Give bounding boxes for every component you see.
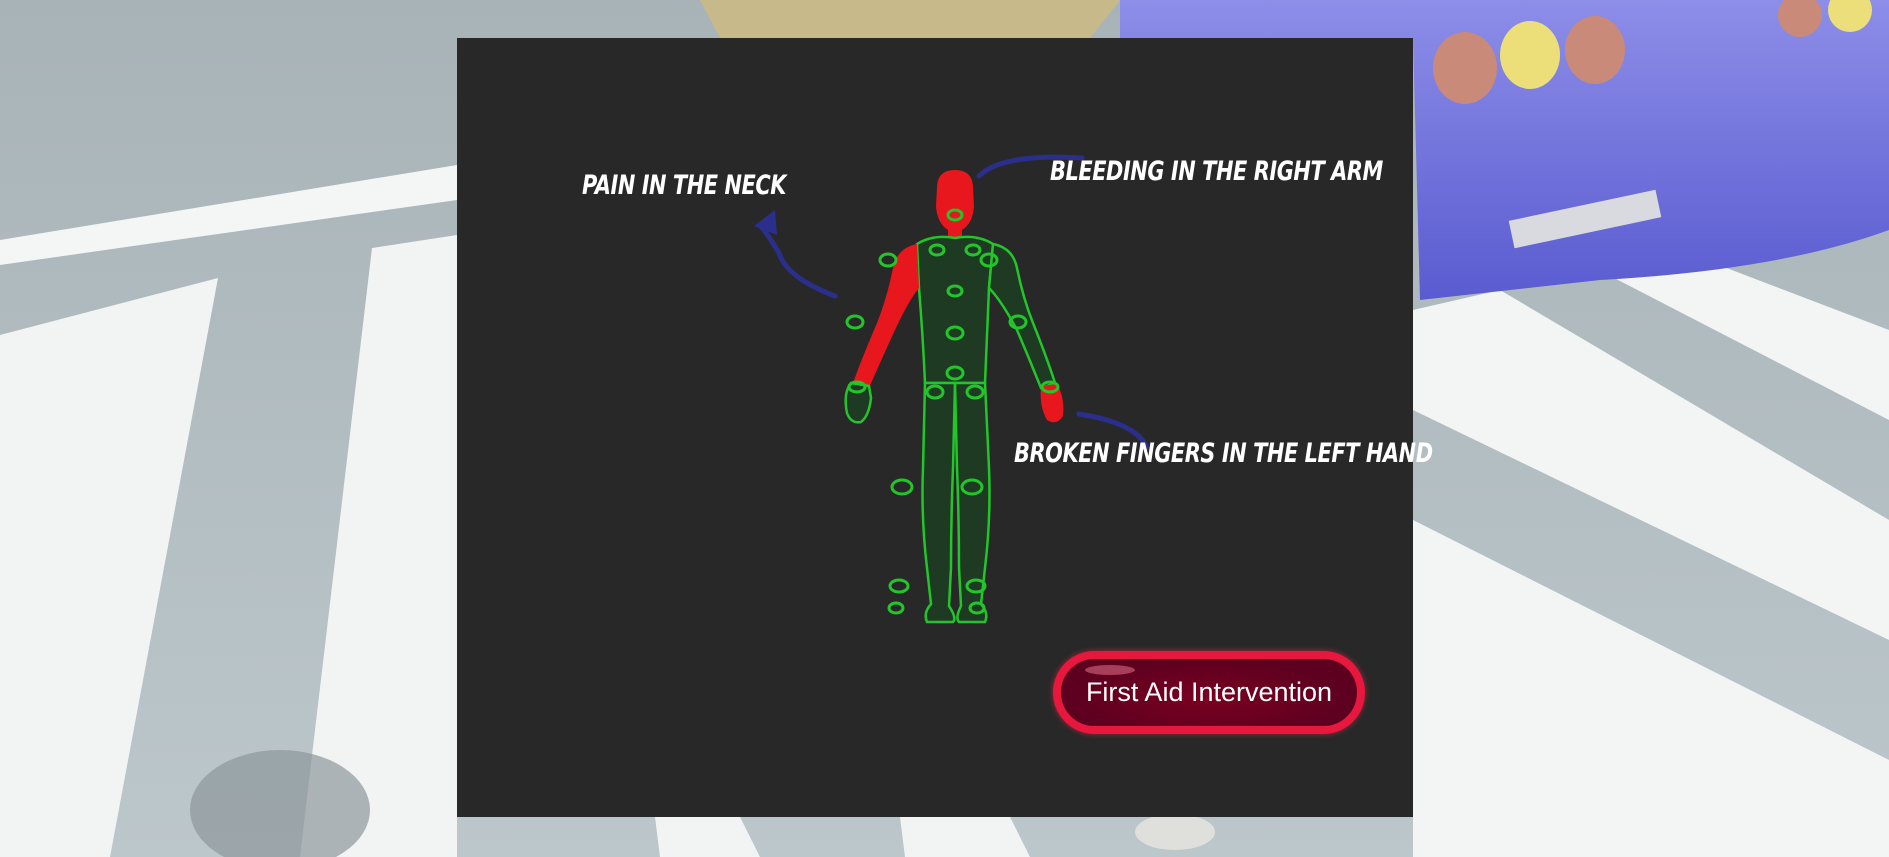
vehicle-light bbox=[1500, 21, 1560, 89]
human-figure bbox=[844, 170, 1064, 624]
arrow-neck bbox=[759, 225, 838, 299]
vehicle-light bbox=[1565, 16, 1625, 84]
crosswalk-stripe bbox=[900, 817, 1030, 857]
button-gloss bbox=[1085, 665, 1135, 675]
first-aid-button-label: First Aid Intervention bbox=[1085, 677, 1333, 707]
symptom-label-arm: BLEEDING IN THE RIGHT ARM bbox=[1050, 156, 1383, 187]
symptom-label-neck: PAIN IN THE NECK bbox=[582, 170, 787, 201]
prop bbox=[1135, 814, 1215, 850]
right-leg bbox=[921, 381, 957, 624]
vehicle-roof bbox=[700, 0, 1120, 38]
head-injured bbox=[936, 170, 974, 241]
first-aid-intervention-button[interactable]: First Aid Intervention bbox=[1053, 651, 1365, 734]
vehicle-light bbox=[1433, 32, 1497, 104]
injury-panel: PAIN IN THE NECK BLEEDING IN THE RIGHT A… bbox=[457, 38, 1433, 817]
symptom-label-hand: BROKEN FINGERS IN THE LEFT HAND bbox=[1014, 438, 1433, 469]
